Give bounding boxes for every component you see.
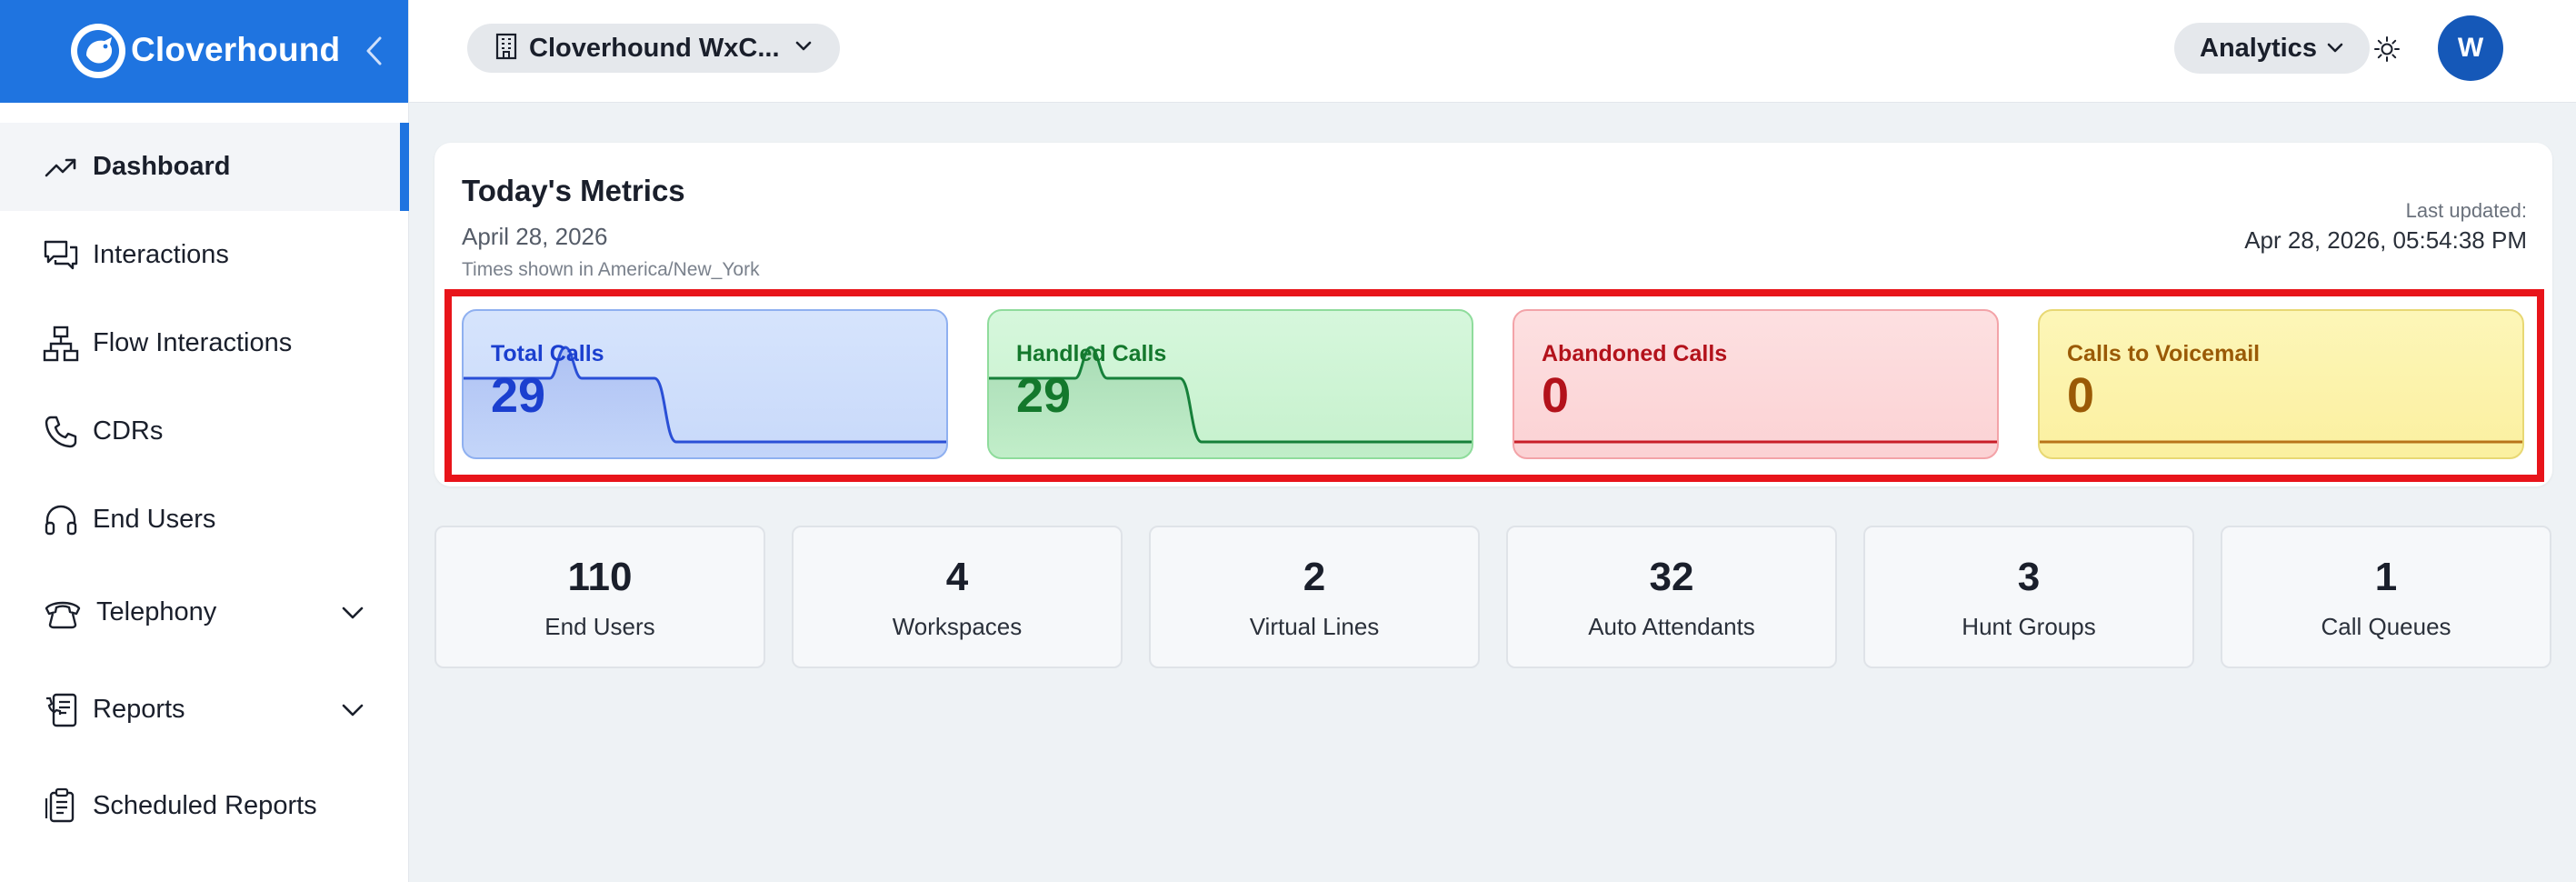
sidebar-item-label: Scheduled Reports [93,790,317,820]
stat-value: 2 [1303,555,1326,599]
last-updated-value: Apr 28, 2026, 05:54:38 PM [2244,226,2527,254]
sun-icon [2374,36,2400,62]
stat-value: 4 [945,555,969,599]
analytics-label: Analytics [2200,33,2317,63]
metric-value: 29 [1016,368,1072,423]
chevron-left-icon [366,36,382,65]
stat-label: Call Queues [2321,613,2451,640]
phone-icon [42,413,80,451]
stat-label: End Users [544,613,655,640]
sidebar-item-telephony[interactable]: Telephony [0,564,409,661]
sidebar-item-end-users[interactable]: End Users [0,476,409,564]
metric-tile-handled-calls[interactable]: Handled Calls 29 [987,309,1473,459]
metric-label: Handled Calls [1016,341,1167,366]
analytics-menu-button[interactable]: Analytics [2174,23,2370,74]
sidebar-item-label: Flow Interactions [93,328,293,357]
sparkline-chart [2040,440,2522,444]
top-bar: Cloverhound WxC... Analytics W [409,0,2576,103]
metric-tile-total-calls[interactable]: Total Calls 29 [462,309,948,459]
user-avatar[interactable]: W [2438,15,2503,81]
stat-tile-auto-attendants[interactable]: 32 Auto Attendants [1506,526,1837,668]
stat-tile-hunt-groups[interactable]: 3 Hunt Groups [1863,526,2194,668]
sidebar: Cloverhound Dashboard Interactions Flow … [0,0,409,882]
stat-label: Virtual Lines [1249,613,1380,640]
metric-label: Calls to Voicemail [2067,341,2261,366]
sidebar-item-reports[interactable]: Reports [0,661,409,758]
sidebar-nav: Dashboard Interactions Flow Interactions… [0,123,409,853]
stat-value: 1 [2374,555,2398,599]
stat-label: Hunt Groups [1962,613,2096,640]
cloverhound-logo-icon[interactable] [71,24,125,78]
organization-name: Cloverhound WxC... [529,33,780,63]
metric-label: Total Calls [491,341,604,366]
stat-label: Workspaces [892,613,1023,640]
stat-tile-end-users[interactable]: 110 End Users [434,526,765,668]
collapse-sidebar-button[interactable] [360,33,387,69]
headset-icon [42,501,80,539]
stat-value: 110 [567,555,633,599]
brand-header: Cloverhound [0,0,408,103]
building-icon [494,33,518,65]
sidebar-item-interactions[interactable]: Interactions [0,211,409,299]
sidebar-item-label: End Users [93,505,216,534]
chevron-down-icon[interactable] [336,694,369,727]
flow-tree-icon [42,325,80,363]
telephone-icon [42,594,84,632]
sidebar-item-label: Telephony [96,597,217,626]
stat-value: 32 [1649,555,1694,599]
metric-value: 0 [1542,368,1570,423]
clipboard-list-icon [42,787,80,825]
stat-tile-call-queues[interactable]: 1 Call Queues [2221,526,2551,668]
trending-up-icon [42,148,80,186]
stat-tile-workspaces[interactable]: 4 Workspaces [792,526,1123,668]
metric-tile-abandoned-calls[interactable]: Abandoned Calls 0 [1513,309,1999,459]
chevron-down-icon[interactable] [336,596,369,629]
metric-value: 0 [2067,368,2095,423]
sidebar-item-cdrs[interactable]: CDRs [0,387,409,476]
call-report-icon [42,691,80,729]
sidebar-item-dashboard[interactable]: Dashboard [0,123,409,211]
last-updated-label: Last updated: [2405,199,2527,222]
brand-name: Cloverhound [131,31,341,68]
metric-value: 29 [491,368,546,423]
organization-select[interactable]: Cloverhound WxC... [467,24,840,73]
sidebar-item-label: Reports [93,695,185,724]
metrics-title: Today's Metrics [462,174,685,207]
sidebar-item-scheduled-reports[interactable]: Scheduled Reports [0,758,409,853]
chat-bubbles-icon [42,236,80,275]
sparkline-chart [1514,440,1997,444]
stat-label: Auto Attendants [1588,613,1755,640]
theme-toggle-button[interactable] [2371,33,2403,65]
metric-tile-calls-to-voicemail[interactable]: Calls to Voicemail 0 [2038,309,2524,459]
stat-tile-virtual-lines[interactable]: 2 Virtual Lines [1149,526,1480,668]
sidebar-item-flow-interactions[interactable]: Flow Interactions [0,299,409,387]
metric-label: Abandoned Calls [1542,341,1728,366]
sidebar-item-label: Interactions [93,240,229,269]
chevron-down-icon [2327,43,2343,53]
sidebar-item-label: CDRs [93,416,164,446]
timezone-note: Times shown in America/New_York [462,259,760,280]
stat-value: 3 [2017,555,2041,599]
metrics-date: April 28, 2026 [462,223,608,250]
sidebar-item-label: Dashboard [93,152,231,181]
chevron-down-icon [794,40,813,57]
